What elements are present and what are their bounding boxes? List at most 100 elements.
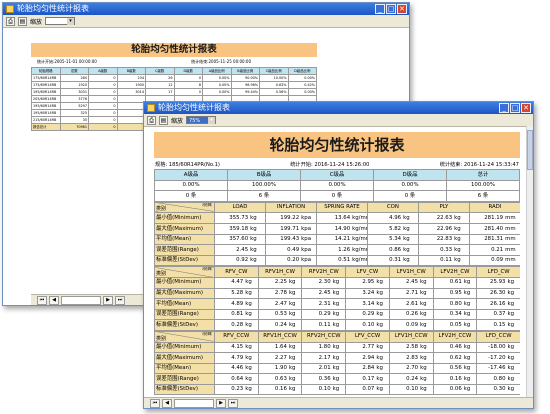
minimize-button[interactable]: _: [499, 103, 509, 113]
maximize-button[interactable]: □: [386, 4, 396, 14]
back-end-time: 统计结束:2005-11-25 00:00:00: [191, 59, 251, 64]
table-row: 标准偏差(StDev) 0.23 kg 0.16 kg 0.10 kg 0.07 kg 0.10 k…: [154, 383, 520, 396]
export-icon[interactable]: ▤: [159, 115, 168, 125]
table-cell: 0: [88, 109, 118, 117]
front-report-page: 轮胎均匀性统计报表 规格: 185/60R14PR(No.1) 统计开始: 20…: [154, 130, 520, 396]
table-cell: 99.44%: [230, 88, 260, 96]
unit-cell: kg: [244, 373, 259, 385]
column-header: LFV_CCW: [345, 330, 390, 343]
table-cell: 0.00%: [300, 179, 374, 192]
next-page-button[interactable]: ▶: [103, 295, 113, 305]
unit-cell: kg: [402, 212, 419, 224]
unit-cell: kg: [244, 319, 259, 331]
unit-cell: kg: [419, 362, 434, 375]
value-cell: 0.09: [468, 254, 505, 267]
table-cell: 0.00%: [202, 81, 232, 89]
print-icon[interactable]: ⎙: [6, 16, 15, 26]
first-page-button[interactable]: ⏮: [37, 295, 47, 305]
value-cell: 2.45: [301, 287, 332, 300]
maximize-button[interactable]: □: [510, 103, 520, 113]
value-cell: 357.60: [214, 233, 250, 246]
page-number-field[interactable]: [61, 295, 101, 305]
corner-category-label: 类别: [156, 206, 167, 213]
table-cell: 175/60R14RB: [31, 81, 61, 89]
value-cell: 22.96: [417, 222, 454, 235]
corner-category-label: 类别: [156, 270, 167, 277]
table-cell: 10.00%: [259, 74, 289, 82]
table-cell: [116, 102, 146, 110]
prev-page-button[interactable]: ◀: [49, 295, 59, 305]
front-toolbar: ⎙ ▤ 缩放 75% ▾: [144, 114, 533, 127]
section-corner-cell: 项目 类别: [154, 201, 215, 214]
table-cell: 98.96%: [230, 81, 260, 89]
vertical-scrollbar[interactable]: [526, 126, 533, 398]
value-cell: 26.16: [476, 298, 507, 310]
unit-cell: kg: [462, 383, 478, 396]
back-window-title: 轮胎均匀性统计报表: [17, 4, 89, 13]
column-header: C级品比例: [259, 67, 289, 75]
back-start-time: 统计开始:2005-11-01 00:00:00: [37, 59, 97, 64]
unit-cell: kg: [244, 352, 259, 364]
export-icon[interactable]: ▤: [18, 16, 27, 26]
column-header: 轮胎规格: [31, 67, 61, 75]
unit-cell: kg: [462, 319, 478, 331]
row-label: 误差范围(Range): [154, 244, 215, 256]
scrollbar-thumb[interactable]: [527, 130, 533, 170]
table-cell: 215/60R14RB: [31, 116, 61, 124]
zoom-value: 75%: [189, 118, 201, 124]
value-cell: 0.24: [388, 373, 420, 385]
table-cell: 0.00%: [202, 74, 232, 82]
front-end-time: 统计结束: 2016-11-24 15:33:47: [439, 162, 519, 168]
table-cell: [116, 95, 146, 103]
first-page-button[interactable]: ⏮: [150, 398, 160, 408]
unit-cell: kg: [287, 287, 303, 300]
last-page-button[interactable]: ⏭: [228, 398, 238, 408]
value-cell: 0.34: [432, 308, 463, 321]
front-report-window[interactable]: 轮胎均匀性统计报表 _ □ ✕ ⎙ ▤ 缩放 75% ▾ 轮胎均匀性统计报表 规…: [143, 101, 534, 409]
unit-cell: kg: [287, 352, 303, 364]
close-button[interactable]: ✕: [521, 103, 531, 113]
value-cell: 25.93: [476, 276, 507, 289]
last-page-button[interactable]: ⏭: [115, 295, 125, 305]
next-page-button[interactable]: ▶: [216, 398, 226, 408]
column-header: RADI: [468, 201, 520, 214]
unit-cell: kg: [244, 298, 259, 310]
value-cell: 281.19: [468, 212, 505, 224]
column-header: RFV2H_CW: [301, 266, 347, 278]
table-row: 误差范围(Range)2.45kg0.49kpa1.26kg/mm0.86kg0…: [154, 244, 520, 256]
value-cell: 4.96: [366, 212, 403, 224]
value-cell: 0.63: [257, 373, 288, 385]
chevron-down-icon: ▾: [208, 117, 216, 124]
unit-cell: kg: [419, 383, 434, 396]
column-header: CON: [366, 201, 419, 214]
value-cell: 2.30: [301, 276, 332, 289]
page-number-field[interactable]: [174, 398, 214, 408]
table-cell: 195/60R14RB: [31, 88, 61, 96]
section-header-row: 项目 类别 LOAD INFLATION SPRING RATE CON PLY RADI: [154, 201, 520, 214]
unit-cell: kg: [506, 298, 520, 310]
back-window-titlebar[interactable]: 轮胎均匀性统计报表 _ □ ✕: [3, 3, 409, 15]
value-cell: 4.15: [214, 341, 245, 354]
spec-label: 规格: 185/60R14PR(No.1): [155, 162, 220, 168]
unit-cell: kg: [419, 308, 434, 321]
value-cell: 2.17: [301, 352, 332, 364]
unit-cell: kg: [462, 352, 478, 364]
value-cell: 2.70: [388, 362, 420, 375]
minimize-button[interactable]: _: [375, 4, 385, 14]
table-cell: 12: [145, 81, 175, 89]
front-window-titlebar[interactable]: 轮胎均匀性统计报表 _ □ ✕: [144, 102, 533, 114]
print-icon[interactable]: ⎙: [147, 115, 156, 125]
zoom-select[interactable]: ▾: [45, 17, 76, 25]
column-header: RFV1H_CCW: [257, 330, 303, 343]
table-cell: 1900: [116, 81, 146, 89]
unit-cell: kg: [402, 254, 419, 267]
unit-cell: kg: [331, 298, 347, 310]
value-cell: 2.71: [388, 287, 420, 300]
zoom-select[interactable]: 75% ▾: [186, 116, 217, 124]
value-cell: 0.17: [345, 373, 376, 385]
prev-page-button[interactable]: ◀: [162, 398, 172, 408]
close-button[interactable]: ✕: [397, 4, 407, 14]
unit-cell: kg: [506, 341, 520, 354]
table-row: 175/60R14RB 1920 0 1900 12 8 0.00% 98.96% 0.63% 0…: [31, 81, 317, 89]
app-icon: [6, 5, 14, 13]
